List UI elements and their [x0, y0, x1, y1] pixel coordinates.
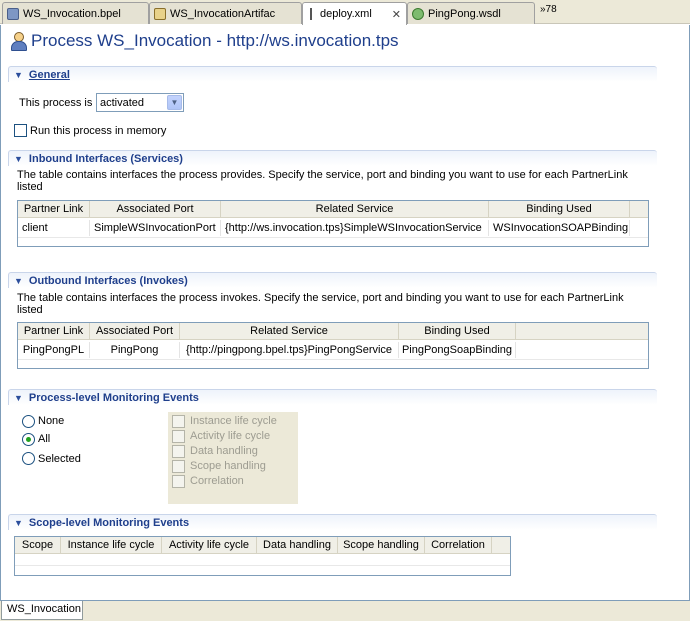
general-section-title[interactable]: General [29, 69, 70, 81]
run-in-memory-checkbox[interactable] [14, 124, 27, 137]
scope-events-section-header[interactable]: ▼ Scope-level Monitoring Events [8, 514, 657, 530]
bottom-tab-ws-invocation[interactable]: WS_Invocation [1, 601, 83, 620]
col-related-service[interactable]: Related Service [180, 323, 399, 339]
correlation-checkbox[interactable] [172, 475, 185, 488]
scope-handling-label: Scope handling [190, 460, 266, 472]
process-icon [10, 32, 27, 51]
radio-none-label: None [38, 415, 65, 427]
cell-related-service[interactable]: {http://ws.invocation.tps}SimpleWSInvoca… [221, 220, 489, 236]
data-handling-label: Data handling [190, 445, 258, 457]
scope-events-section-title: Scope-level Monitoring Events [28, 516, 190, 529]
process-events-section-header[interactable]: ▼ Process-level Monitoring Events [8, 389, 657, 405]
tab-deploy-xml[interactable]: deploy.xml ✕ [302, 2, 407, 25]
tab-pingpong-wsdl[interactable]: PingPong.wsdl [407, 2, 535, 24]
col-binding-used[interactable]: Binding Used [489, 201, 630, 217]
tab-label: PingPong.wsdl [428, 7, 501, 20]
radio-selected[interactable] [22, 452, 35, 465]
tab-overflow-button[interactable]: »78 [540, 4, 557, 15]
artifacts-file-icon [154, 7, 166, 20]
chevron-down-icon[interactable]: ▼ [167, 95, 182, 110]
radio-none[interactable] [22, 415, 35, 428]
instance-life-cycle-label: Instance life cycle [190, 415, 277, 427]
radio-all-label: All [38, 433, 51, 445]
process-events-section-title: Process-level Monitoring Events [28, 391, 199, 404]
wsdl-file-icon [412, 7, 424, 20]
inbound-section-title: Inbound Interfaces (Services) [28, 152, 183, 165]
inbound-table[interactable]: Partner Link Associated Port Related Ser… [17, 200, 649, 247]
outbound-section-title: Outbound Interfaces (Invokes) [28, 274, 188, 287]
bottom-tab-bar: WS_Invocation [0, 600, 690, 621]
process-state-select[interactable]: activated ▼ [96, 93, 184, 112]
tab-label: WS_InvocationArtifac [170, 7, 276, 20]
cell-binding-used[interactable]: PingPongSoapBinding [399, 342, 516, 358]
scope-table-header: Scope Instance life cycle Activity life … [15, 537, 510, 554]
page-title-text: Process WS_Invocation - http://ws.invoca… [31, 31, 399, 50]
tab-ws-invocation-artifacts[interactable]: WS_InvocationArtifac [149, 2, 302, 24]
activity-life-cycle-checkbox[interactable] [172, 430, 185, 443]
outbound-description: The table contains interfaces the proces… [17, 292, 624, 316]
correlation-label: Correlation [190, 475, 244, 487]
col-associated-port[interactable]: Associated Port [90, 201, 221, 217]
run-in-memory-label: Run this process in memory [30, 125, 167, 137]
col-related-service[interactable]: Related Service [221, 201, 489, 217]
collapse-triangle-icon[interactable]: ▼ [14, 393, 23, 403]
col-scope[interactable]: Scope [15, 537, 61, 553]
radio-selected-label: Selected [38, 453, 81, 465]
outbound-section-header[interactable]: ▼ Outbound Interfaces (Invokes) [8, 272, 657, 288]
collapse-triangle-icon[interactable]: ▼ [14, 518, 23, 528]
deploy-file-icon [310, 8, 316, 20]
cell-partner-link[interactable]: client [18, 220, 90, 236]
bpel-file-icon [7, 7, 19, 20]
radio-all[interactable] [22, 433, 35, 446]
collapse-triangle-icon[interactable]: ▼ [14, 276, 23, 286]
scope-events-table[interactable]: Scope Instance life cycle Activity life … [14, 536, 511, 576]
col-activity-life-cycle[interactable]: Activity life cycle [162, 537, 257, 553]
editor-tab-bar: WS_Invocation.bpel WS_InvocationArtifac … [0, 0, 690, 25]
event-options-group: Instance life cycle Activity life cycle … [168, 412, 298, 504]
table-row[interactable]: PingPongPL PingPong {http://pingpong.bpe… [18, 342, 516, 358]
process-state-value: activated [100, 96, 145, 109]
col-correlation[interactable]: Correlation [425, 537, 492, 553]
tab-label: deploy.xml [320, 8, 372, 20]
outbound-table-header: Partner Link Associated Port Related Ser… [18, 323, 648, 340]
inbound-table-header: Partner Link Associated Port Related Ser… [18, 201, 648, 218]
inbound-description: The table contains interfaces the proces… [17, 169, 628, 193]
cell-associated-port[interactable]: SimpleWSInvocationPort [90, 220, 221, 236]
inbound-section-header[interactable]: ▼ Inbound Interfaces (Services) [8, 150, 657, 166]
collapse-triangle-icon[interactable]: ▼ [14, 70, 23, 80]
tab-label: WS_Invocation.bpel [23, 7, 121, 20]
col-partner-link[interactable]: Partner Link [18, 201, 90, 217]
scope-handling-checkbox[interactable] [172, 460, 185, 473]
instance-life-cycle-checkbox[interactable] [172, 415, 185, 428]
col-binding-used[interactable]: Binding Used [399, 323, 516, 339]
data-handling-checkbox[interactable] [172, 445, 185, 458]
col-scope-handling[interactable]: Scope handling [338, 537, 425, 553]
col-partner-link[interactable]: Partner Link [18, 323, 90, 339]
tab-ws-invocation-bpel[interactable]: WS_Invocation.bpel [2, 2, 149, 24]
col-data-handling[interactable]: Data handling [257, 537, 338, 553]
col-instance-life-cycle[interactable]: Instance life cycle [61, 537, 162, 553]
cell-partner-link[interactable]: PingPongPL [18, 342, 90, 358]
col-associated-port[interactable]: Associated Port [90, 323, 180, 339]
outbound-table[interactable]: Partner Link Associated Port Related Ser… [17, 322, 649, 369]
cell-binding-used[interactable]: WSInvocationSOAPBinding [489, 220, 630, 236]
activity-life-cycle-label: Activity life cycle [190, 430, 271, 442]
close-tab-icon[interactable]: ✕ [392, 8, 401, 21]
general-section-header[interactable]: ▼ General [8, 66, 657, 82]
cell-associated-port[interactable]: PingPong [90, 342, 180, 358]
cell-related-service[interactable]: {http://pingpong.bpel.tps}PingPongServic… [180, 342, 399, 358]
page-title: Process WS_Invocation - http://ws.invoca… [10, 31, 399, 51]
collapse-triangle-icon[interactable]: ▼ [14, 154, 23, 164]
table-row[interactable]: client SimpleWSInvocationPort {http://ws… [18, 220, 630, 236]
process-is-label: This process is [19, 97, 93, 109]
